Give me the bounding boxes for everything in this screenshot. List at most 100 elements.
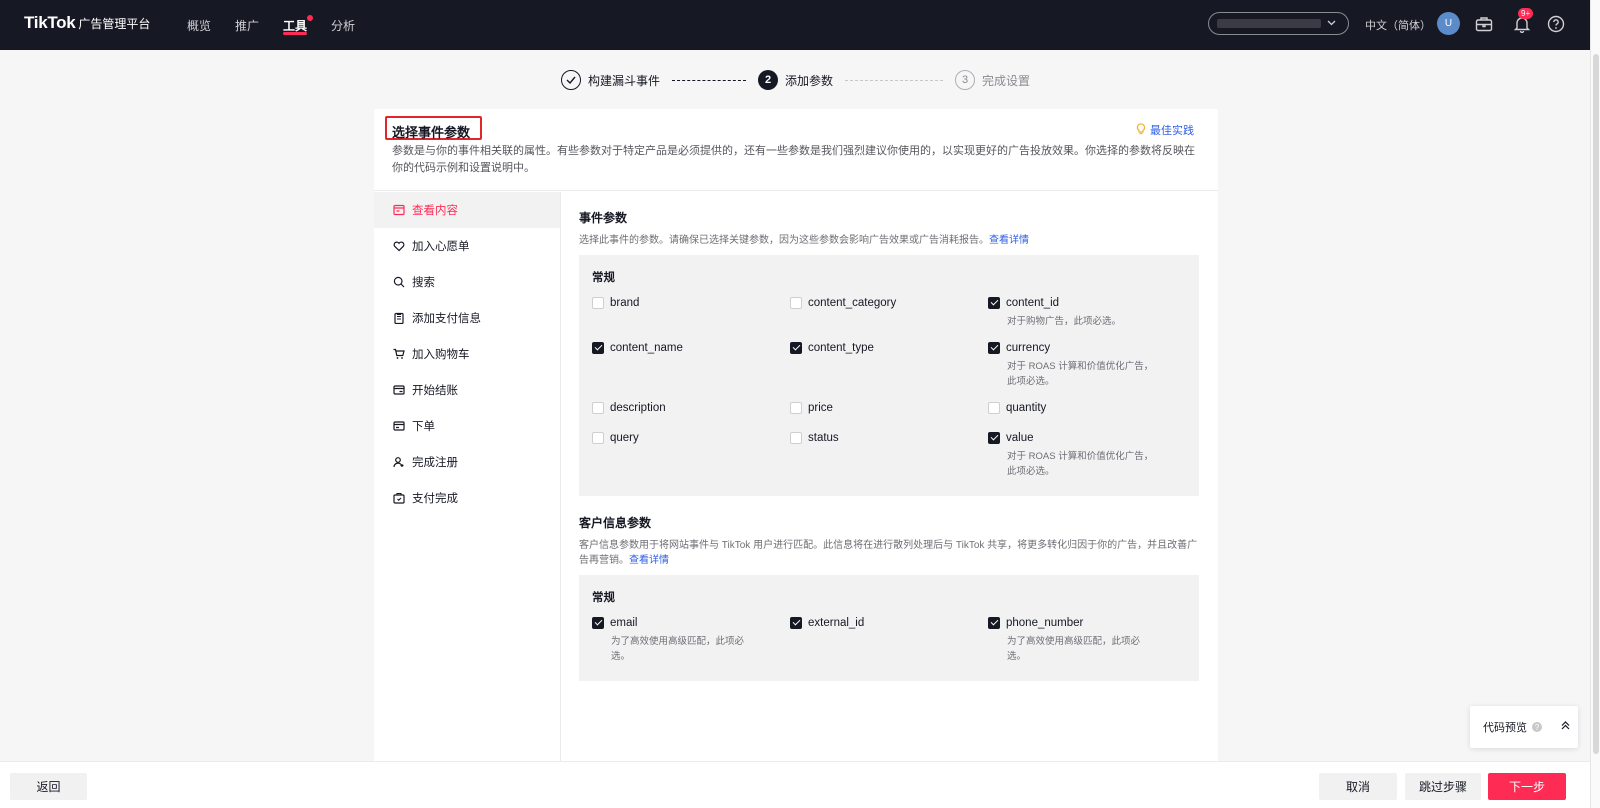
code-preview-label: 代码预览 [1483,722,1527,734]
event-item-complete-payment[interactable]: 支付完成 [374,480,560,516]
param-name[interactable]: query [610,432,639,444]
param-checkbox[interactable] [790,617,802,629]
param-name[interactable]: quantity [1006,402,1046,414]
panel-group-title: 常规 [592,272,615,284]
customer-params-details-link[interactable]: 查看详情 [629,555,669,566]
nav-overview[interactable]: 概览 [187,0,211,50]
param-row: description [592,402,790,414]
customer-params-panel: 常规 email 为了高效使用高级匹配，此项必选。 external_id phone… [579,575,1199,681]
card-header: 选择事件参数 最佳实践 参数是与你的事件相关联的属性。有些参数对于特定产品是必须… [374,109,1218,191]
nav-campaign[interactable]: 推广 [235,0,259,50]
page-scrollbar[interactable] [1590,0,1600,808]
account-selector[interactable] [1208,12,1349,35]
param-row: quantity [988,402,1186,414]
param-checkbox[interactable] [592,402,604,414]
logo-text: TikTok [24,13,76,32]
step-label: 添加参数 [785,73,834,88]
param-checkbox[interactable] [988,342,1000,354]
back-button[interactable]: 返回 [10,773,87,800]
param-hint: 对于 ROAS 计算和价值优化广告，此项必选。 [1007,451,1154,477]
param-query: query [592,432,790,492]
param-name[interactable]: phone_number [1006,617,1083,629]
next-button[interactable]: 下一步 [1488,773,1566,800]
scroll-thumb[interactable] [1593,54,1599,754]
help-icon[interactable] [1545,13,1567,35]
param-hint: 对于 ROAS 计算和价值优化广告，此项必选。 [1007,361,1154,387]
step-add-params: 2 添加参数 [758,70,833,90]
event-item-initiate-checkout[interactable]: 开始结账 [374,372,560,408]
step-number: 2 [758,70,779,90]
param-checkbox[interactable] [592,297,604,309]
main-nav: 概览 推广 工具 分析 [187,0,355,50]
param-name[interactable]: content_id [1006,297,1059,309]
param-name[interactable]: content_type [808,342,874,354]
nav-analytics[interactable]: 分析 [331,0,355,50]
param-name[interactable]: external_id [808,617,864,629]
language-switch[interactable]: 中文（简体） [1365,17,1431,33]
param-checkbox[interactable] [790,432,802,444]
param-hint: 为了高效使用高级匹配，此项必选。 [1007,636,1141,662]
event-item-search[interactable]: 搜索 [374,264,560,300]
event-label: 搜索 [412,277,435,289]
param-name[interactable]: description [610,402,666,414]
event-label: 支付完成 [412,493,458,505]
event-label: 完成注册 [412,457,458,469]
param-row: price [790,402,988,414]
event-params-grid: brand content_category content_id 对于购物广告，此项… [592,297,1186,492]
param-checkbox[interactable] [592,342,604,354]
view-content-icon [393,204,405,216]
param-checkbox[interactable] [592,617,604,629]
cancel-button[interactable]: 取消 [1319,773,1397,800]
param-checkbox[interactable] [790,297,802,309]
customer-params-title: 客户信息参数 [579,516,652,530]
param-checkbox[interactable] [988,297,1000,309]
param-name[interactable]: content_name [610,342,683,354]
param-checkbox[interactable] [790,402,802,414]
payment-done-icon [393,492,405,504]
question-icon[interactable]: ? [1532,722,1542,732]
event-params-details-link[interactable]: 查看详情 [989,235,1029,246]
param-name[interactable]: brand [610,297,639,309]
event-item-wishlist[interactable]: 加入心愿单 [374,228,560,264]
cart-icon [393,348,405,360]
param-row: external_id [790,617,988,629]
event-item-view-content[interactable]: 查看内容 [374,192,560,228]
event-item-complete-registration[interactable]: 完成注册 [374,444,560,480]
step-connector [845,79,944,81]
param-name[interactable]: currency [1006,342,1050,354]
param-checkbox[interactable] [988,617,1000,629]
nav-tools[interactable]: 工具 [283,0,314,50]
event-item-add-payment-info[interactable]: 添加支付信息 [374,300,560,336]
param-checkbox[interactable] [988,432,1000,444]
skip-step-button[interactable]: 跳过步骤 [1405,773,1481,800]
param-content-category: content_category [790,297,988,342]
param-name[interactable]: value [1006,432,1034,444]
param-status: status [790,432,988,492]
param-hint: 对于购物广告，此项必选。 [1007,316,1122,327]
param-name[interactable]: status [808,432,839,444]
best-practice-link[interactable]: 最佳实践 [1136,122,1194,138]
event-item-add-to-cart[interactable]: 加入购物车 [374,336,560,372]
param-checkbox[interactable] [790,342,802,354]
code-preview-toggle[interactable]: 代码预览 ? [1470,706,1578,748]
param-name[interactable]: email [610,617,637,629]
logo-subtitle: 广告管理平台 [78,17,151,31]
event-label: 查看内容 [412,205,458,217]
double-chevron-up-icon[interactable] [1561,721,1570,733]
customer-params-desc: 客户信息参数用于将网站事件与 TikTok 用户进行匹配。此信息将在进行散列处理… [579,538,1199,568]
param-row: content_type [790,342,988,354]
event-item-place-order[interactable]: 下单 [374,408,560,444]
param-checkbox[interactable] [592,432,604,444]
param-value: value 对于 ROAS 计算和价值优化广告，此项必选。 [988,432,1186,492]
param-external-id: external_id [790,617,988,677]
setup-stepper: 构建漏斗事件 2 添加参数 3 完成设置 [561,70,1030,90]
param-description: description [592,402,790,432]
event-params-desc-text: 选择此事件的参数。请确保已选择关键参数，因为这些参数会影响广告效果或广告消耗报告… [579,235,989,246]
briefcase-icon[interactable] [1473,13,1495,35]
param-checkbox[interactable] [988,402,1000,414]
avatar[interactable]: U [1437,12,1460,35]
event-params-desc: 选择此事件的参数。请确保已选择关键参数，因为这些参数会影响广告效果或广告消耗报告… [579,233,1199,248]
tiktok-ads-logo[interactable]: TikTok 广告管理平台 [24,13,150,33]
param-name[interactable]: content_category [808,297,896,309]
param-name[interactable]: price [808,402,833,414]
